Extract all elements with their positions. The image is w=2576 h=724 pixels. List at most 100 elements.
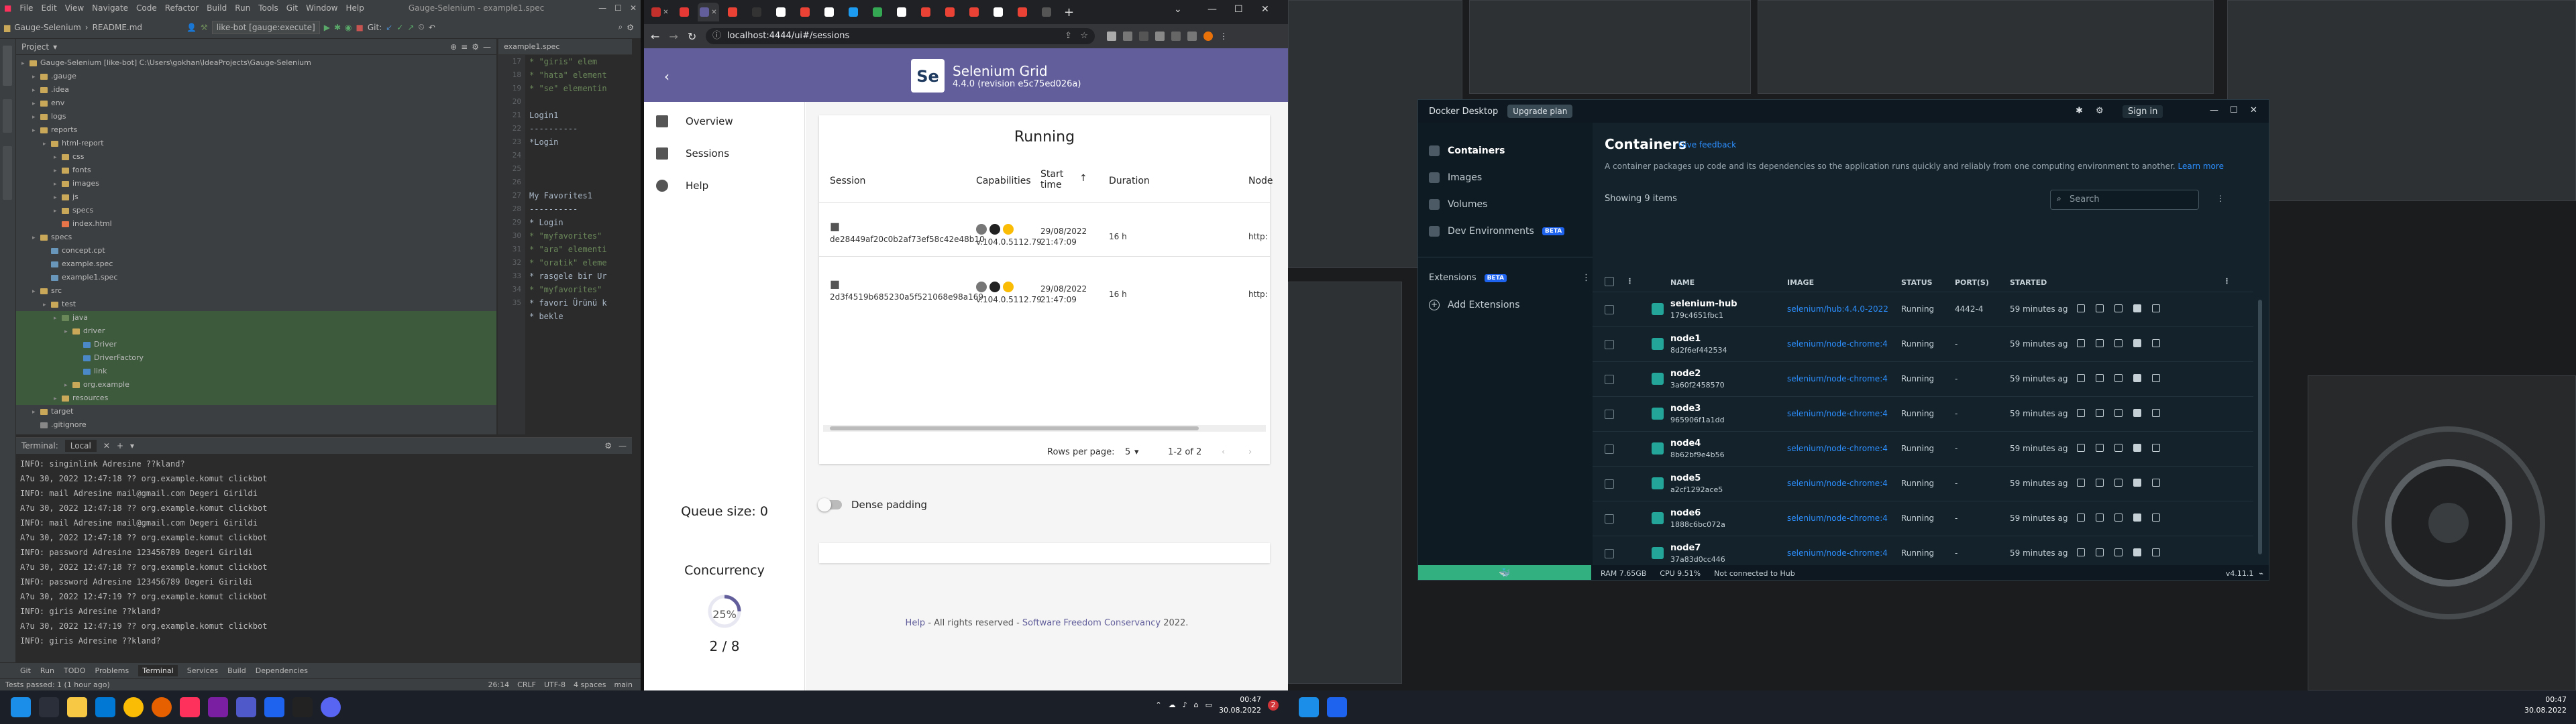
code-line[interactable] xyxy=(529,95,607,109)
editor-tab[interactable]: example1.spec xyxy=(498,39,632,55)
container-image-link[interactable]: selenium/node-chrome:4 xyxy=(1787,479,1897,488)
terminal-hide-icon[interactable]: — xyxy=(619,441,627,450)
terminal-menu-icon[interactable]: ▾ xyxy=(130,441,134,450)
browser-tab[interactable] xyxy=(963,3,985,21)
restart-action-icon[interactable] xyxy=(2114,339,2123,347)
terminal-icon[interactable] xyxy=(292,697,313,717)
browser-tab[interactable] xyxy=(987,3,1009,21)
history-icon[interactable]: ⏲ xyxy=(418,22,424,32)
encoding[interactable]: UTF-8 xyxy=(544,680,566,689)
restart-action-icon[interactable] xyxy=(2114,304,2123,312)
menu-edit[interactable]: Edit xyxy=(41,3,56,13)
browser-tab[interactable] xyxy=(674,3,695,21)
container-name[interactable]: node6 xyxy=(1670,508,1701,518)
node-uri[interactable]: http: xyxy=(1248,232,1268,241)
terminal-action-icon[interactable] xyxy=(2077,514,2085,522)
reload-icon[interactable]: ↻ xyxy=(688,30,696,43)
tree-node[interactable]: example.spec xyxy=(16,257,496,271)
code-line[interactable] xyxy=(529,149,607,162)
hide-icon[interactable]: — xyxy=(483,42,491,52)
stop-action-icon[interactable] xyxy=(2133,548,2141,556)
terminal-action-icon[interactable] xyxy=(2077,409,2085,417)
tree-node[interactable]: ▸ specs xyxy=(16,231,496,244)
container-row[interactable]: node1 8d2f6ef442534 selenium/node-chrome:4… xyxy=(1593,326,2253,361)
tree-arrow-icon[interactable]: ▸ xyxy=(64,325,72,339)
extension-icon[interactable] xyxy=(1107,32,1116,41)
browser-tab[interactable] xyxy=(915,3,936,21)
discord-icon[interactable] xyxy=(321,697,341,717)
tree-arrow-icon[interactable]: ▸ xyxy=(43,137,51,151)
stop-action-icon[interactable] xyxy=(2133,374,2141,382)
container-row[interactable]: node2 3a60f2458570 selenium/node-chrome:4 R… xyxy=(1593,361,2253,396)
gear-icon[interactable]: ⚙ xyxy=(627,23,634,32)
notification-badge[interactable]: 2 xyxy=(1268,700,1279,711)
windows-start-icon[interactable] xyxy=(1299,697,1319,717)
tree-node[interactable]: ▸ driver xyxy=(16,324,496,338)
code-line[interactable]: * rasgele bir Ur xyxy=(529,269,607,283)
col-status[interactable]: STATUS xyxy=(1901,278,1933,287)
terminal-action-icon[interactable] xyxy=(2077,339,2085,347)
tool-tab-git[interactable]: Git xyxy=(20,666,31,675)
container-image-link[interactable]: selenium/node-chrome:4 xyxy=(1787,444,1897,453)
col-node[interactable]: Node xyxy=(1248,176,1273,186)
learn-more-link[interactable]: Learn more xyxy=(2178,162,2224,171)
sidepanel-icon[interactable] xyxy=(1187,32,1197,41)
tool-tab-services[interactable]: Services xyxy=(187,666,218,675)
footer-help-link[interactable]: Help xyxy=(906,618,926,628)
new-tab-icon[interactable]: + xyxy=(1064,5,1074,19)
battery-icon[interactable]: ▭ xyxy=(1205,700,1212,711)
delete-action-icon[interactable] xyxy=(2152,548,2160,556)
tree-arrow-icon[interactable]: ▸ xyxy=(54,392,62,406)
chrome-icon[interactable] xyxy=(123,697,144,717)
breadcrumb-project[interactable]: Gauge-Selenium xyxy=(14,23,81,32)
address-bar[interactable]: ⓘ localhost:4444/ui#/sessions ⇪ ☆ xyxy=(706,28,1095,44)
more-menu-icon[interactable]: ⋮ xyxy=(2216,194,2224,203)
docker-icon[interactable] xyxy=(1327,697,1347,717)
tree-node[interactable]: ▸ test xyxy=(16,298,496,311)
code-line[interactable]: *Login xyxy=(529,135,607,149)
notification-icon[interactable]: ⌁ xyxy=(2259,569,2263,578)
extension-icon[interactable] xyxy=(1123,32,1132,41)
terminal-action-icon[interactable] xyxy=(2077,304,2085,312)
code-line[interactable]: * Login xyxy=(529,216,607,229)
pause-action-icon[interactable] xyxy=(2096,444,2104,452)
container-name[interactable]: node5 xyxy=(1670,473,1701,483)
nav-sessions[interactable]: Sessions xyxy=(656,147,729,160)
cloud-icon[interactable]: ☁ xyxy=(1169,700,1176,711)
collapse-icon[interactable]: ≡ xyxy=(461,42,468,52)
tree-node[interactable]: ▸ fonts xyxy=(16,164,496,177)
browser-tab[interactable] xyxy=(891,3,912,21)
upgrade-plan-button[interactable]: Upgrade plan xyxy=(1507,105,1573,118)
info-icon[interactable] xyxy=(976,224,987,235)
chevron-down-icon[interactable]: ▾ xyxy=(53,42,57,52)
code-line[interactable]: * bekle xyxy=(529,310,607,323)
container-image-link[interactable]: selenium/node-chrome:4 xyxy=(1787,339,1897,349)
container-row[interactable]: node5 a2cf1292ace5 selenium/node-chrome:4 R… xyxy=(1593,466,2253,501)
tool-tab-build[interactable]: Build xyxy=(227,666,246,675)
col-duration[interactable]: Duration xyxy=(1109,176,1150,186)
browser-tab[interactable] xyxy=(794,3,816,21)
restart-action-icon[interactable] xyxy=(2114,479,2123,487)
tab-search-icon[interactable]: ⌄ xyxy=(1174,4,1182,15)
tree-arrow-icon[interactable]: ▸ xyxy=(54,204,62,218)
maximize-icon[interactable]: ☐ xyxy=(2230,105,2238,115)
tree-node[interactable]: ▸ specs xyxy=(16,204,496,217)
menu-code[interactable]: Code xyxy=(136,3,157,13)
row-checkbox[interactable] xyxy=(1605,340,1614,349)
tool-tab-problems[interactable]: Problems xyxy=(95,666,129,675)
horizontal-scrollbar[interactable] xyxy=(823,425,1266,432)
container-search-input[interactable]: Search xyxy=(2050,190,2199,210)
container-image-link[interactable]: selenium/node-chrome:4 xyxy=(1787,514,1897,523)
column-menu-icon[interactable]: ⋮ xyxy=(1626,277,1633,286)
teams-icon[interactable] xyxy=(236,697,256,717)
menu-git[interactable]: Git xyxy=(286,3,298,13)
menu-file[interactable]: File xyxy=(19,3,33,13)
tree-node[interactable]: ▸ Gauge-Selenium [like-bot] C:\Users\gokh… xyxy=(16,56,496,70)
share-icon[interactable]: ⇪ xyxy=(1065,28,1072,44)
commit-tool-tab[interactable] xyxy=(3,99,12,133)
restart-action-icon[interactable] xyxy=(2114,548,2123,556)
container-image-link[interactable]: selenium/node-chrome:4 xyxy=(1787,374,1897,383)
terminal-gear-icon[interactable]: ⚙ xyxy=(604,441,612,450)
code-line[interactable] xyxy=(529,176,607,189)
browser-tab[interactable] xyxy=(843,3,864,21)
